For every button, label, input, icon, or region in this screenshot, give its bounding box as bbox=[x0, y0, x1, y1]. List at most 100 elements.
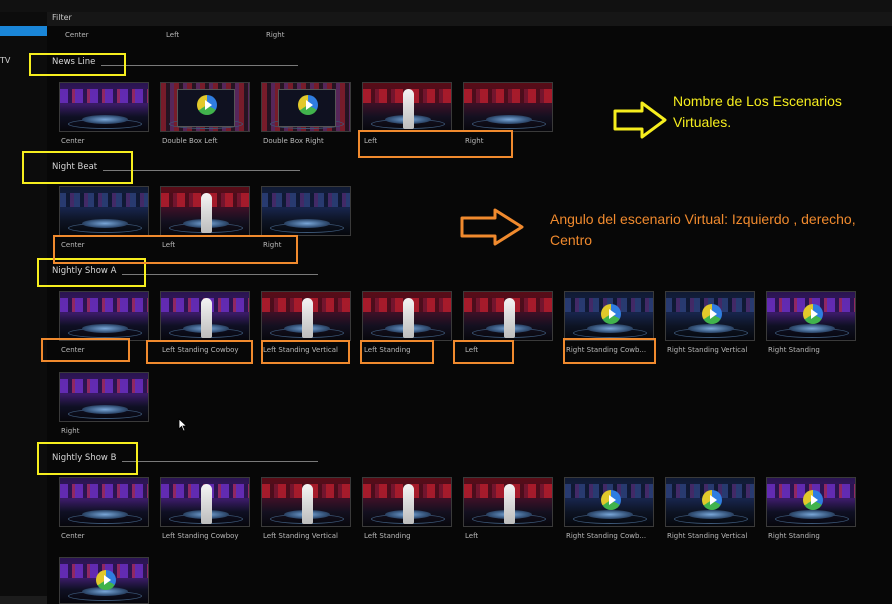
presenter-silhouette bbox=[201, 193, 212, 233]
set-caption: Left bbox=[465, 532, 479, 540]
virtual-set-item[interactable]: Left bbox=[463, 477, 553, 543]
virtual-set-item[interactable]: Right Standing Cowb... bbox=[564, 477, 654, 543]
presenter-silhouette bbox=[504, 484, 515, 524]
set-thumbnail[interactable] bbox=[564, 291, 654, 341]
set-thumbnail[interactable] bbox=[59, 82, 149, 132]
virtual-set-item[interactable]: Right Standing bbox=[766, 291, 856, 357]
set-thumbnail[interactable] bbox=[59, 557, 149, 604]
set-caption: Double Box Right bbox=[263, 137, 324, 145]
presenter-silhouette bbox=[201, 298, 212, 338]
annotation-box-right-standing-cowboy bbox=[563, 338, 656, 364]
set-caption: Left Standing Cowboy bbox=[162, 532, 239, 540]
set-thumbnail[interactable] bbox=[59, 186, 149, 236]
virtual-set-item[interactable]: Right Standing Vertical bbox=[665, 477, 755, 543]
top-caption-center[interactable]: Center bbox=[65, 31, 89, 39]
set-caption: Right Standing bbox=[768, 346, 820, 354]
set-thumbnail[interactable] bbox=[665, 477, 755, 527]
presenter-silhouette bbox=[403, 484, 414, 524]
set-thumbnail[interactable] bbox=[463, 291, 553, 341]
sidebar-selected-item[interactable] bbox=[0, 26, 47, 36]
set-thumbnail[interactable] bbox=[160, 291, 250, 341]
play-icon bbox=[601, 304, 621, 324]
set-caption: Center bbox=[61, 532, 85, 540]
play-icon bbox=[298, 95, 318, 115]
virtual-set-item[interactable]: Left Standing Cowboy bbox=[160, 477, 250, 543]
set-thumbnail[interactable] bbox=[362, 82, 452, 132]
presenter-silhouette bbox=[403, 298, 414, 338]
set-caption: Right Standing Cowb... bbox=[566, 532, 647, 540]
set-thumbnail[interactable] bbox=[59, 372, 149, 422]
filter-bar[interactable]: Filter bbox=[47, 12, 892, 26]
set-thumbnail[interactable] bbox=[564, 477, 654, 527]
set-thumbnail[interactable] bbox=[766, 477, 856, 527]
arrow-right-icon-yellow bbox=[613, 101, 667, 139]
names-note: Nombre de Los Escenarios Virtuales. bbox=[673, 93, 842, 130]
virtual-set-item[interactable]: Right Standing Vertical bbox=[665, 291, 755, 357]
set-caption: Right Standing bbox=[768, 532, 820, 540]
set-thumbnail[interactable] bbox=[160, 477, 250, 527]
annotation-box-night-beat-angles bbox=[53, 235, 298, 264]
virtual-set-item[interactable]: Double Box Right bbox=[261, 82, 351, 148]
annotation-box-news-line-angles bbox=[358, 130, 513, 158]
presenter-silhouette bbox=[302, 298, 313, 338]
presenter-silhouette bbox=[302, 484, 313, 524]
annotation-box-nightly-show-b bbox=[37, 442, 138, 475]
virtual-set-item[interactable]: Right Standing bbox=[766, 477, 856, 543]
presenter-silhouette bbox=[201, 484, 212, 524]
mouse-cursor-icon bbox=[178, 418, 188, 432]
annotation-box-left-standing-cowboy bbox=[146, 340, 253, 364]
play-icon bbox=[803, 490, 823, 510]
set-thumbnail[interactable] bbox=[261, 291, 351, 341]
play-icon bbox=[803, 304, 823, 324]
set-thumbnail[interactable] bbox=[59, 477, 149, 527]
virtual-set-item[interactable]: Left Standing Vertical bbox=[261, 477, 351, 543]
set-thumbnail[interactable] bbox=[261, 186, 351, 236]
virtual-set-item[interactable]: Center bbox=[59, 477, 149, 543]
virtual-set-item[interactable]: Center bbox=[59, 82, 149, 148]
set-caption: Left Standing bbox=[364, 532, 411, 540]
arrow-right-icon-orange bbox=[460, 208, 524, 246]
set-thumbnail[interactable] bbox=[665, 291, 755, 341]
play-icon bbox=[96, 570, 116, 590]
sidebar-footer bbox=[0, 596, 47, 604]
annotation-box-left bbox=[453, 340, 514, 364]
annotation-box-left-standing-vertical bbox=[261, 340, 350, 364]
annotation-box-left-standing bbox=[360, 340, 434, 364]
top-caption-left[interactable]: Left bbox=[166, 31, 179, 39]
virtual-set-item[interactable]: Left Standing bbox=[362, 477, 452, 543]
set-thumbnail[interactable] bbox=[261, 477, 351, 527]
set-thumbnail[interactable] bbox=[463, 82, 553, 132]
angle-note: Angulo del escenario Virtual: Izquierdo … bbox=[550, 211, 856, 248]
set-caption: Center bbox=[61, 137, 85, 145]
set-caption: Right Standing Vertical bbox=[667, 346, 748, 354]
sidebar: TV bbox=[0, 12, 47, 604]
presenter-silhouette bbox=[403, 89, 414, 129]
section-divider bbox=[122, 461, 318, 462]
set-caption: Left Standing Vertical bbox=[263, 532, 339, 540]
set-thumbnail[interactable] bbox=[160, 186, 250, 236]
virtual-set-item[interactable]: Right bbox=[59, 372, 149, 438]
filter-label: Filter bbox=[52, 13, 72, 22]
set-thumbnail[interactable] bbox=[766, 291, 856, 341]
set-caption: Right bbox=[61, 427, 80, 435]
play-icon bbox=[197, 95, 217, 115]
set-caption: Right Standing Vertical bbox=[667, 532, 748, 540]
play-icon bbox=[702, 304, 722, 324]
set-caption: Double Box Left bbox=[162, 137, 218, 145]
set-thumbnail[interactable] bbox=[362, 291, 452, 341]
set-thumbnail[interactable] bbox=[463, 477, 553, 527]
annotation-box-center bbox=[41, 338, 130, 362]
top-caption-right[interactable]: Right bbox=[266, 31, 284, 39]
set-thumbnail[interactable] bbox=[160, 82, 250, 132]
annotation-box-night-beat bbox=[22, 151, 133, 184]
section-divider bbox=[101, 65, 298, 66]
virtual-set-item[interactable]: Double Box Left bbox=[160, 82, 250, 148]
annotation-box-news-line bbox=[29, 53, 126, 76]
set-thumbnail[interactable] bbox=[59, 291, 149, 341]
presenter-silhouette bbox=[504, 298, 515, 338]
set-thumbnail[interactable] bbox=[362, 477, 452, 527]
set-thumbnail[interactable] bbox=[261, 82, 351, 132]
sidebar-item-tv[interactable]: TV bbox=[0, 56, 10, 65]
play-icon bbox=[601, 490, 621, 510]
play-icon bbox=[702, 490, 722, 510]
